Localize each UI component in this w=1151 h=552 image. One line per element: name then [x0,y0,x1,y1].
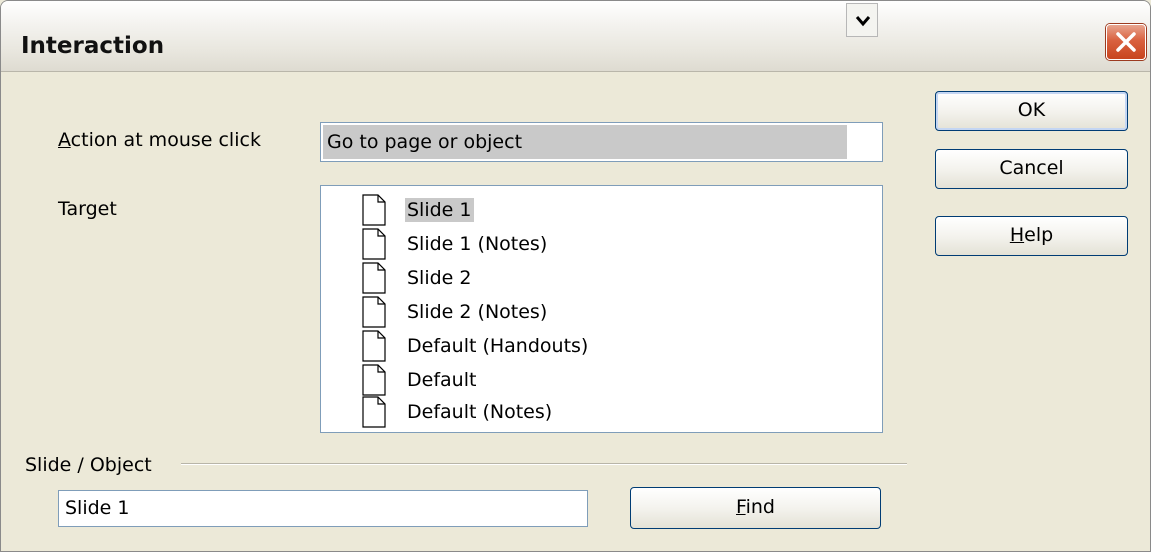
list-item-slide-1-notes[interactable]: Slide 1 (Notes) [361,228,761,262]
list-item-slide-1[interactable]: Slide 1 [361,194,761,228]
list-item-slide-2-notes[interactable]: Slide 2 (Notes) [361,296,761,330]
ok-button[interactable]: OK [935,91,1128,131]
cancel-button[interactable]: Cancel [935,149,1128,189]
dialog-title: Interaction [21,33,165,59]
group-divider [181,463,907,465]
action-select[interactable]: Go to page or object [320,122,883,162]
close-button[interactable] [1106,24,1146,60]
document-icon [362,262,386,294]
list-item-default-handouts[interactable]: Default (Handouts) [361,330,761,364]
document-icon [362,296,386,328]
document-icon [362,330,386,362]
list-item-label: Slide 1 (Notes) [407,233,548,255]
action-select-value: Go to page or object [323,125,847,159]
interaction-dialog: Interaction Action at mouse click Go to … [0,0,1151,552]
action-dropdown-button[interactable] [846,3,878,37]
list-item-label: Slide 2 (Notes) [407,301,548,323]
action-label: Action at mouse click [58,129,261,151]
title-bar[interactable]: Interaction [1,1,1150,72]
target-list[interactable]: Slide 1 Slide 1 (Notes) Slide 2 Slide 2 … [320,185,883,433]
help-button[interactable]: Help [935,216,1128,256]
document-icon [362,228,386,260]
chevron-down-icon [855,16,871,27]
close-icon [1116,32,1136,52]
find-button[interactable]: Find [630,487,881,529]
target-label: Target [58,198,117,220]
list-item-label: Default [407,369,477,391]
list-item-label: Slide 1 [405,198,474,222]
document-icon [362,194,386,226]
list-item-label: Default (Handouts) [407,335,589,357]
list-item-slide-2[interactable]: Slide 2 [361,262,761,296]
list-item-label: Slide 2 [407,267,472,289]
list-item-default[interactable]: Default [361,364,761,398]
list-item-default-notes[interactable]: Default (Notes) [361,396,761,430]
slide-object-group-label: Slide / Object [25,454,152,476]
slide-object-input[interactable]: Slide 1 [58,490,588,527]
list-item-label: Default (Notes) [407,401,553,423]
document-icon [362,396,386,428]
document-icon [362,364,386,396]
